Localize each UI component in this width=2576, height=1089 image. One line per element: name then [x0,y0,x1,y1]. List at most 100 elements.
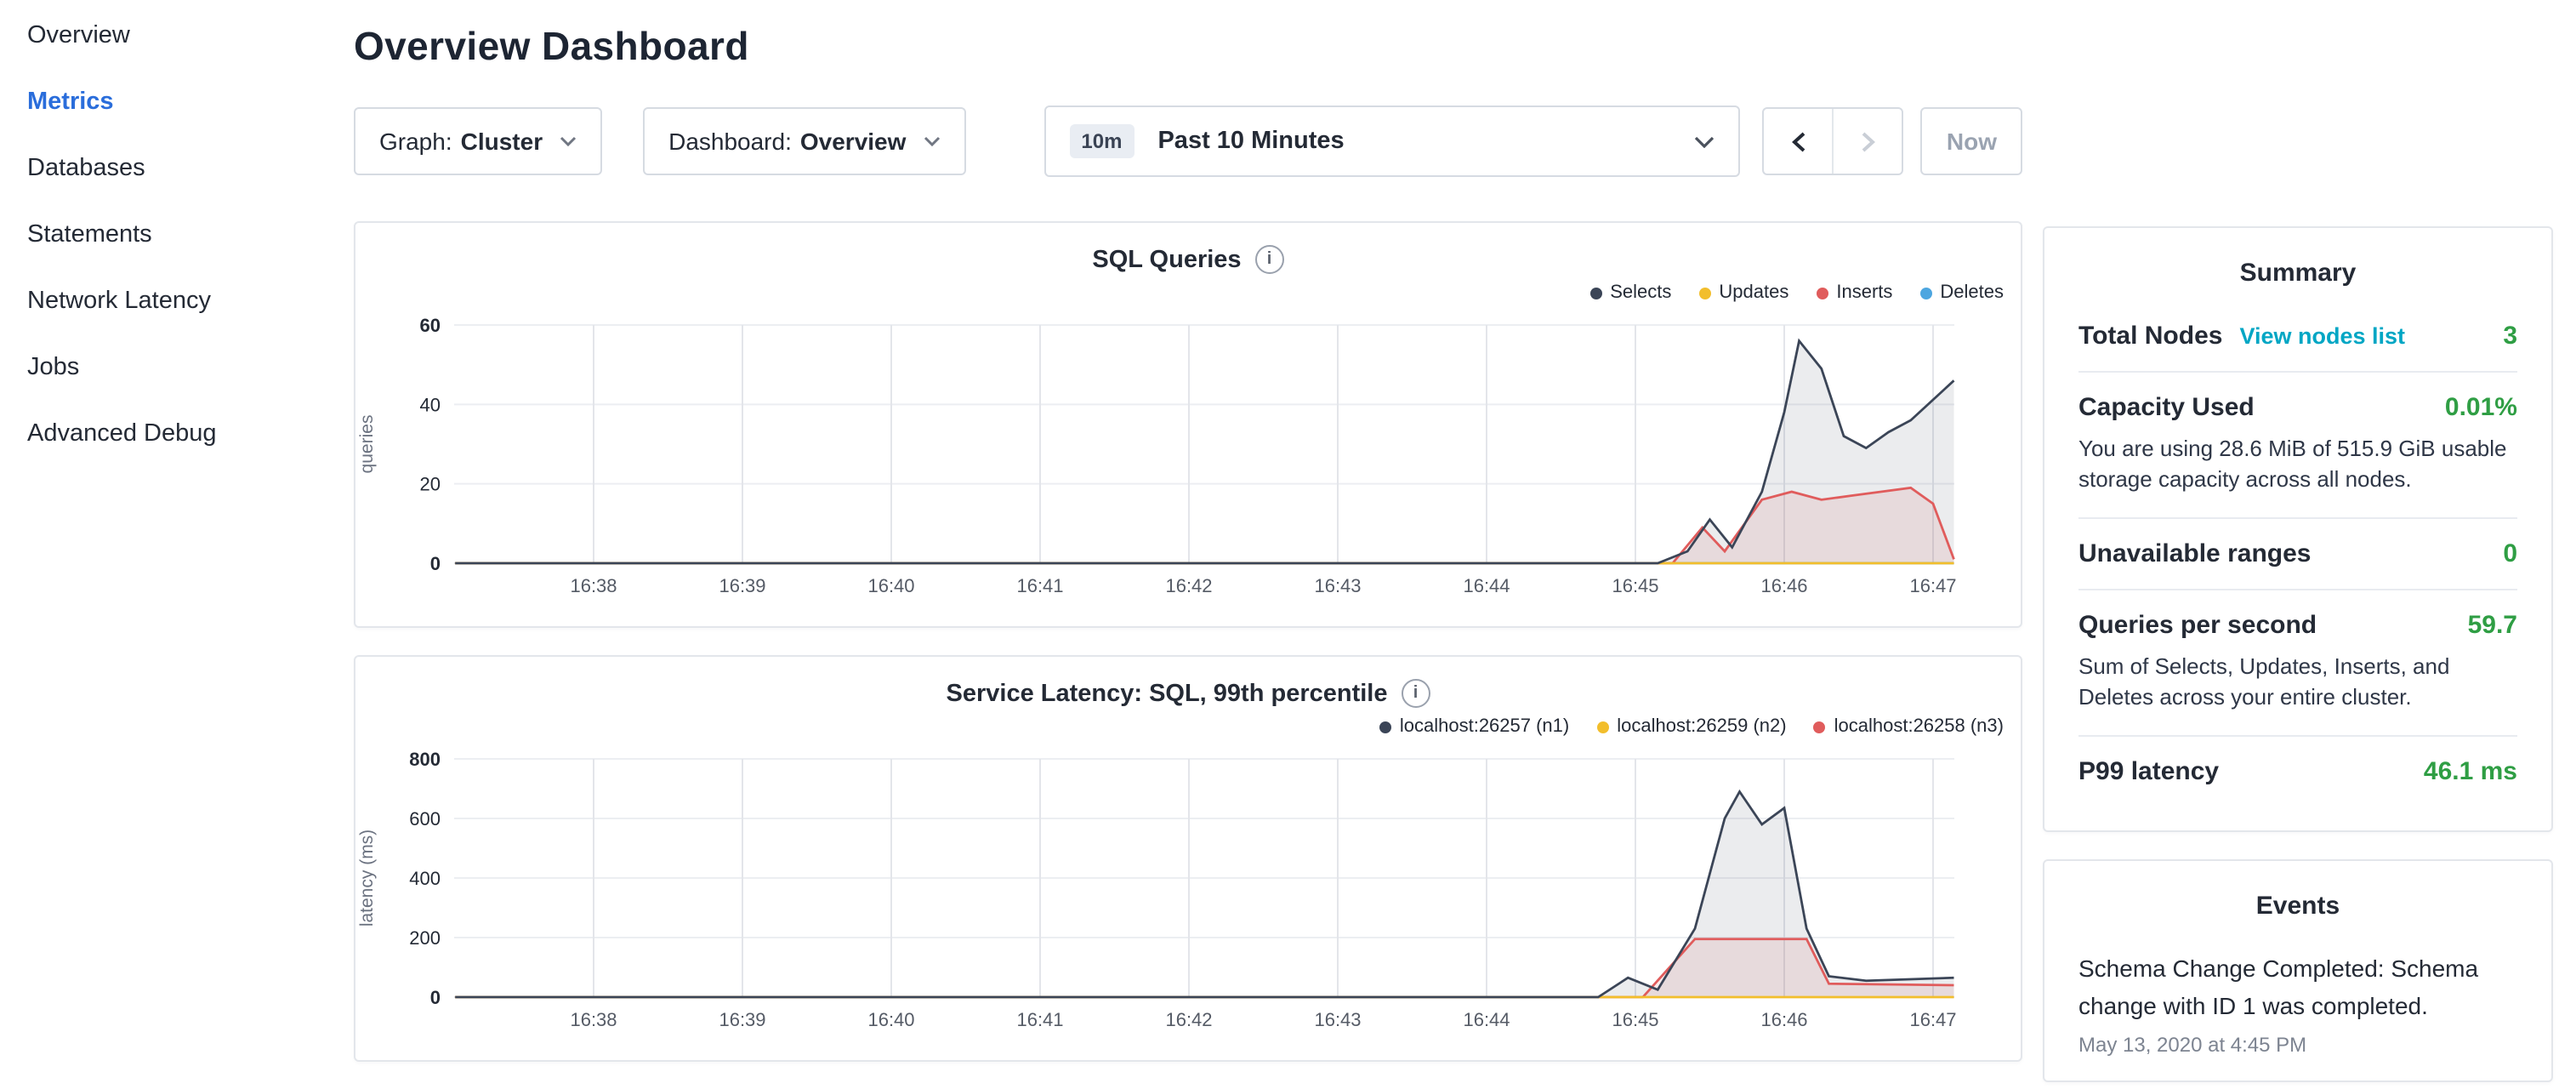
dashboard-value: Overview [800,128,907,155]
legend-item[interactable]: Deletes [1919,281,2004,305]
chevron-down-icon [560,136,577,146]
chart-legend: localhost:26257 (n1) localhost:26259 (n2)… [355,708,2021,742]
graph-selector[interactable]: Graph: Cluster [354,107,602,175]
main-content: Overview Dashboard Graph: Cluster Dashbo… [333,0,2043,1089]
total-nodes-label: Total Nodes [2078,322,2222,351]
svg-text:16:46: 16:46 [1760,1009,1807,1030]
svg-text:0: 0 [430,987,441,1008]
next-time-button[interactable] [1833,109,1902,174]
svg-text:queries: queries [357,415,377,474]
sidebar: Overview Metrics Databases Statements Ne… [0,0,333,468]
svg-text:16:44: 16:44 [1463,1009,1510,1030]
chevron-down-icon [1695,135,1715,147]
svg-text:16:47: 16:47 [1909,575,1956,596]
legend-item[interactable]: localhost:26258 (n3) [1814,715,2004,738]
sidebar-item-databases[interactable]: Databases [0,136,333,202]
info-icon[interactable]: i [1402,679,1430,708]
legend-item[interactable]: Inserts [1816,281,1892,305]
svg-text:16:43: 16:43 [1314,575,1361,596]
sidebar-item-metrics[interactable]: Metrics [0,70,333,136]
event-timestamp: May 13, 2020 at 4:45 PM [2078,1033,2517,1057]
summary-row-total-nodes: Total Nodes View nodes list 3 [2078,301,2517,373]
legend-item[interactable]: localhost:26257 (n1) [1379,715,1569,738]
legend-dot-icon [1589,287,1601,299]
summary-row-p99: P99 latency 46.1 ms [2078,737,2517,807]
view-nodes-list-link[interactable]: View nodes list [2239,323,2405,349]
event-item[interactable]: Schema Change Completed: Schema change w… [2078,951,2517,1058]
legend-dot-icon [1596,721,1608,733]
qps-description: Sum of Selects, Updates, Inserts, and De… [2078,652,2517,715]
p99-latency-value: 46.1 ms [2424,757,2517,786]
legend-dot-icon [1814,721,1826,733]
svg-text:16:45: 16:45 [1612,1009,1658,1030]
page-title: Overview Dashboard [354,24,2022,70]
sidebar-item-network-latency[interactable]: Network Latency [0,269,333,335]
now-button[interactable]: Now [1921,107,2022,175]
svg-text:16:46: 16:46 [1760,575,1807,596]
svg-text:16:44: 16:44 [1463,575,1510,596]
svg-text:20: 20 [420,474,441,495]
svg-text:600: 600 [409,808,441,830]
legend-dot-icon [1816,287,1828,299]
svg-text:16:42: 16:42 [1165,1009,1212,1030]
qps-label: Queries per second [2078,611,2317,640]
graph-value: Cluster [461,128,543,155]
legend-item[interactable]: localhost:26259 (n2) [1596,715,1786,738]
events-title: Events [2078,885,2517,934]
total-nodes-value: 3 [2503,322,2517,351]
summary-title: Summary [2078,252,2517,301]
now-button-label: Now [1947,128,1997,155]
capacity-used-value: 0.01% [2445,393,2517,422]
controls-bar: Graph: Cluster Dashboard: Overview 10m P… [354,107,2022,175]
graph-label: Graph: [379,128,452,155]
right-sidebar: Summary Total Nodes View nodes list 3 Ca… [2043,226,2553,1082]
svg-text:0: 0 [430,553,441,574]
dashboard-selector[interactable]: Dashboard: Overview [643,107,965,175]
chart-title: SQL Queries [1092,246,1241,273]
svg-text:16:41: 16:41 [1016,575,1063,596]
svg-text:16:41: 16:41 [1016,1009,1063,1030]
sidebar-item-overview[interactable]: Overview [0,3,333,70]
dashboard-label: Dashboard: [668,128,792,155]
chevron-left-icon [1791,130,1806,152]
summary-panel: Summary Total Nodes View nodes list 3 Ca… [2043,226,2553,832]
event-message: Schema Change Completed: Schema change w… [2078,951,2517,1025]
legend-dot-icon [1698,287,1710,299]
svg-text:16:38: 16:38 [570,575,617,596]
svg-text:60: 60 [420,315,441,336]
sidebar-item-advanced-debug[interactable]: Advanced Debug [0,402,333,468]
unavailable-ranges-label: Unavailable ranges [2078,539,2311,568]
time-range-value: Past 10 Minutes [1157,128,1344,155]
svg-text:400: 400 [409,868,441,889]
svg-text:16:39: 16:39 [719,1009,765,1030]
qps-value: 59.7 [2468,611,2517,640]
chevron-right-icon [1861,130,1876,152]
sql-queries-panel: SQL Queries i Selects Updates Inserts Delet… [354,221,2022,628]
time-range-badge: 10m [1069,124,1134,158]
sidebar-item-statements[interactable]: Statements [0,202,333,269]
legend-item[interactable]: Updates [1698,281,1788,305]
time-range-selector[interactable]: 10m Past 10 Minutes [1043,105,1740,177]
sidebar-item-jobs[interactable]: Jobs [0,335,333,402]
svg-text:16:47: 16:47 [1909,1009,1956,1030]
chart-legend: Selects Updates Inserts Deletes [355,274,2021,308]
legend-item[interactable]: Selects [1589,281,1671,305]
svg-text:16:43: 16:43 [1314,1009,1361,1030]
svg-text:16:38: 16:38 [570,1009,617,1030]
service-latency-panel: Service Latency: SQL, 99th percentile i … [354,655,2022,1062]
svg-text:40: 40 [420,394,441,415]
svg-text:16:40: 16:40 [867,1009,914,1030]
capacity-used-label: Capacity Used [2078,393,2255,422]
prev-time-button[interactable] [1765,109,1833,174]
time-pager [1763,107,1904,175]
app-root: Overview Metrics Databases Statements Ne… [0,0,2576,1052]
sql-queries-chart: 16:3816:3916:4016:4116:4216:4316:4416:45… [355,308,2021,626]
summary-row-capacity: Capacity Used 0.01% You are using 28.6 M… [2078,373,2517,519]
info-icon[interactable]: i [1255,245,1284,274]
svg-text:16:39: 16:39 [719,575,765,596]
svg-text:latency (ms): latency (ms) [357,830,377,927]
legend-dot-icon [1379,721,1391,733]
unavailable-ranges-value: 0 [2503,539,2517,568]
svg-text:16:42: 16:42 [1165,575,1212,596]
p99-latency-label: P99 latency [2078,757,2219,786]
